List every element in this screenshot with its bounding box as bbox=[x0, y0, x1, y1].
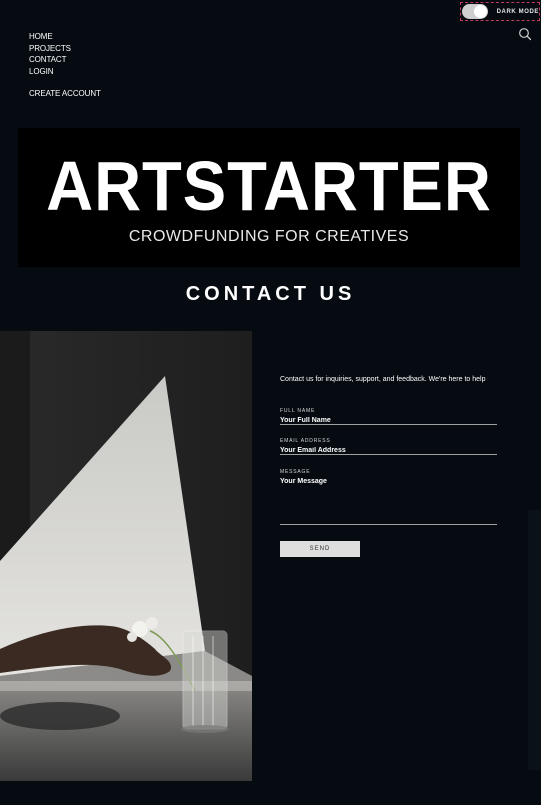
email-input[interactable] bbox=[280, 447, 497, 454]
site-logo: ARTSTARTER bbox=[46, 147, 492, 225]
toggle-knob[interactable] bbox=[473, 5, 487, 18]
search-icon[interactable] bbox=[518, 27, 532, 41]
full-name-input[interactable] bbox=[280, 417, 497, 424]
send-button[interactable]: SEND bbox=[280, 541, 360, 557]
main-nav: HOME PROJECTS CONTACT LOGIN CREATE ACCOU… bbox=[29, 31, 101, 100]
page-title: CONTACT US bbox=[185, 283, 356, 305]
hand-flower-photo bbox=[0, 331, 252, 781]
toggle-track[interactable] bbox=[462, 4, 488, 19]
full-name-label: FULL NAME bbox=[280, 408, 316, 414]
message-input[interactable] bbox=[280, 478, 497, 524]
dark-mode-label: DARK MODE bbox=[496, 8, 539, 15]
site-tagline: CROWDFUNDING FOR CREATIVES bbox=[128, 228, 410, 245]
right-edge-panel bbox=[528, 510, 541, 770]
contact-page: DARK MODE HOME PROJECTS CONTACT LOGIN CR… bbox=[0, 0, 541, 805]
message-label: MESSAGE bbox=[280, 469, 311, 475]
email-field: EMAIL ADDRESS bbox=[280, 438, 497, 455]
message-field: MESSAGE bbox=[280, 469, 497, 525]
nav-projects[interactable]: PROJECTS bbox=[29, 43, 101, 55]
contact-intro: Contact us for inquiries, support, and f… bbox=[280, 376, 486, 383]
hero-banner: ARTSTARTER CROWDFUNDING FOR CREATIVES bbox=[18, 128, 520, 267]
nav-login[interactable]: LOGIN bbox=[29, 66, 101, 78]
full-name-field: FULL NAME bbox=[280, 408, 497, 425]
nav-home[interactable]: HOME bbox=[29, 31, 101, 43]
email-label: EMAIL ADDRESS bbox=[280, 438, 331, 444]
nav-create-account[interactable]: CREATE ACCOUNT bbox=[29, 88, 101, 100]
nav-contact[interactable]: CONTACT bbox=[29, 54, 101, 66]
dark-mode-toggle[interactable]: DARK MODE bbox=[460, 2, 540, 21]
